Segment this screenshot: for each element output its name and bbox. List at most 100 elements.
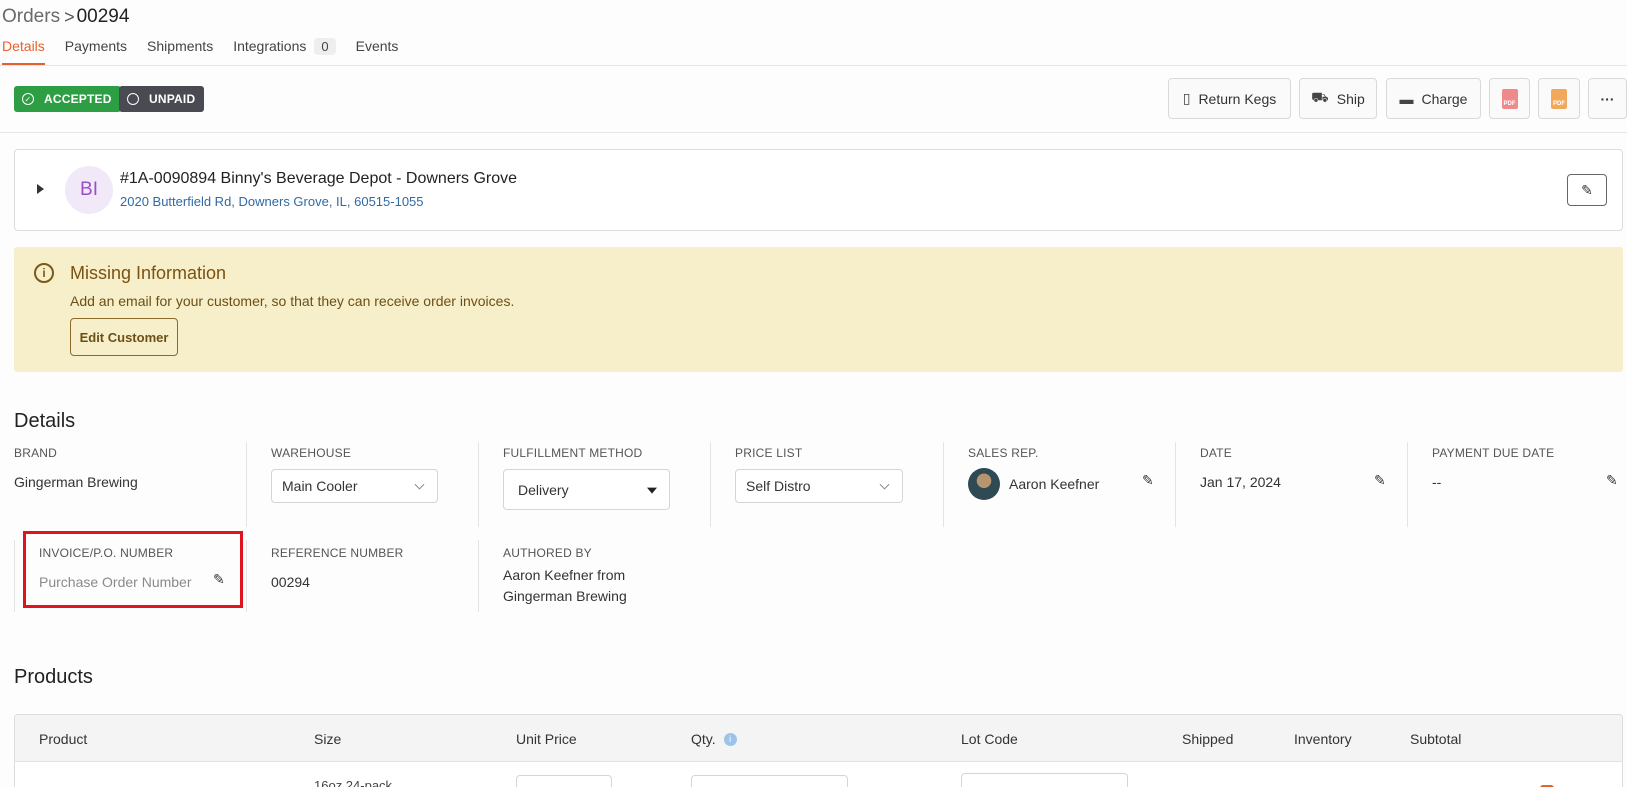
payment-due-date-field: PAYMENT DUE DATE -- <box>1432 446 1554 490</box>
expand-caret-icon[interactable] <box>37 184 44 194</box>
price-list-field: PRICE LIST <box>735 446 802 460</box>
authored-by-field: AUTHORED BY Aaron Keefner from Gingerman… <box>503 546 627 607</box>
tab-details[interactable]: Details <box>2 38 45 65</box>
tab-events[interactable]: Events <box>356 38 399 65</box>
pencil-icon: ✎ <box>1581 181 1593 198</box>
customer-name: #1A-0090894 Binny's Beverage Depot - Dow… <box>120 170 518 187</box>
pdf-icon: PDF <box>1551 88 1567 109</box>
status-label: ACCEPTED <box>44 92 112 106</box>
authored-by-line: Aaron Keefner from <box>503 567 626 583</box>
divider <box>246 442 247 527</box>
column-header-shipped[interactable]: Shipped <box>1182 731 1233 747</box>
column-header-unit-price[interactable]: Unit Price <box>516 731 577 747</box>
column-header-qty[interactable]: Qty. i <box>691 731 737 747</box>
pdf-download-button[interactable]: PDF <box>1489 78 1530 119</box>
table-header: Product Size Unit Price Qty. i Lot Code S… <box>15 715 1622 762</box>
credit-card-icon: ▬ <box>1399 90 1414 107</box>
pdf-packing-slip-button[interactable]: PDF <box>1538 78 1580 119</box>
return-kegs-button[interactable]: ▯ Return Kegs <box>1168 78 1291 119</box>
status-badge-accepted: ✓ ACCEPTED <box>14 86 121 112</box>
breadcrumb: Orders > 00294 <box>2 6 129 28</box>
info-icon[interactable]: i <box>723 732 737 746</box>
divider <box>478 540 479 612</box>
lot-code-select[interactable] <box>961 773 1128 787</box>
column-header-size[interactable]: Size <box>314 731 341 747</box>
circle-icon <box>127 93 139 105</box>
pdf-icon: PDF <box>1501 88 1518 109</box>
edit-sales-rep-icon[interactable]: ✎ <box>1142 472 1154 489</box>
field-label: REFERENCE NUMBER <box>271 546 404 560</box>
warehouse-field: WAREHOUSE <box>271 446 351 460</box>
integrations-count-badge: 0 <box>314 38 336 55</box>
authored-by-line: Gingerman Brewing <box>503 588 627 604</box>
details-heading: Details <box>14 410 76 432</box>
column-header-inventory[interactable]: Inventory <box>1294 731 1352 747</box>
warehouse-select[interactable]: Main Cooler <box>271 469 438 503</box>
field-label: FULFILLMENT METHOD <box>503 446 643 460</box>
field-label: DATE <box>1200 446 1232 460</box>
edit-date-icon[interactable]: ✎ <box>1374 472 1386 489</box>
chevron-down-icon <box>879 479 890 490</box>
status-badge-unpaid: UNPAID <box>119 86 205 112</box>
avatar <box>968 468 1000 500</box>
chevron-right-icon: > <box>64 6 75 27</box>
select-value: Self Distro <box>746 478 811 494</box>
tab-shipments[interactable]: Shipments <box>147 38 213 65</box>
date-value: Jan 17, 2024 <box>1200 474 1281 490</box>
keg-icon: ▯ <box>1182 90 1191 106</box>
divider <box>14 540 15 612</box>
select-value: Delivery <box>518 481 569 498</box>
tab-bar: Details Payments Shipments Integrations 0… <box>2 38 418 65</box>
sales-rep-name: Aaron Keefner <box>1009 476 1100 492</box>
charge-button[interactable]: ▬ Charge <box>1386 78 1481 119</box>
field-label: WAREHOUSE <box>271 446 352 460</box>
tab-label: Payments <box>64 38 128 54</box>
qty-input[interactable] <box>691 775 848 787</box>
tab-label: Shipments <box>147 38 214 54</box>
breadcrumb-orders[interactable]: Orders <box>2 6 60 28</box>
unit-price-input[interactable] <box>516 775 612 787</box>
column-header-product[interactable]: Product <box>39 731 87 747</box>
column-header-lot-code[interactable]: Lot Code <box>961 731 1018 747</box>
tab-label: Events <box>355 38 399 54</box>
check-circle-icon: ✓ <box>22 93 34 105</box>
reference-number-field: REFERENCE NUMBER 00294 <box>271 546 404 590</box>
missing-info-banner: i Missing Information Add an email for y… <box>14 247 1623 372</box>
select-value: Main Cooler <box>282 478 358 494</box>
field-label: BRAND <box>14 446 58 460</box>
date-field: DATE Jan 17, 2024 <box>1200 446 1281 490</box>
divider <box>943 442 944 527</box>
button-label: Charge <box>1421 90 1468 107</box>
highlight-box <box>23 531 243 608</box>
fulfillment-method-select[interactable]: Delivery <box>503 469 670 510</box>
tab-integrations[interactable]: Integrations 0 <box>233 38 336 65</box>
caret-down-icon <box>647 487 657 494</box>
more-actions-button[interactable]: ··· <box>1588 78 1627 119</box>
edit-customer-banner-button[interactable]: Edit Customer <box>70 318 178 356</box>
tab-payments[interactable]: Payments <box>65 38 127 65</box>
button-label: Ship <box>1336 90 1365 107</box>
divider <box>1175 442 1176 527</box>
price-list-select[interactable]: Self Distro <box>735 469 903 503</box>
field-label: SALES REP. <box>968 446 1039 460</box>
fulfillment-method-field: FULFILLMENT METHOD <box>503 446 642 460</box>
banner-title: Missing Information <box>70 263 227 283</box>
truck-icon: ⛟ <box>1311 89 1329 105</box>
more-icon: ··· <box>1600 90 1615 107</box>
tab-label: Details <box>2 38 45 54</box>
customer-card: BI #1A-0090894 Binny's Beverage Depot - … <box>14 149 1623 231</box>
customer-address-link[interactable]: 2020 Butterfield Rd, Downers Grove, IL, … <box>120 194 424 209</box>
chevron-down-icon <box>414 479 425 490</box>
ship-button[interactable]: ⛟ Ship <box>1299 78 1377 119</box>
column-header-subtotal[interactable]: Subtotal <box>1410 731 1461 747</box>
products-heading: Products <box>14 666 93 688</box>
banner-message: Add an email for your customer, so that … <box>70 293 515 309</box>
reference-number-value: 00294 <box>271 574 310 590</box>
field-label: PRICE LIST <box>735 446 803 460</box>
divider <box>0 65 1627 66</box>
payment-due-date-value: -- <box>1432 474 1442 490</box>
edit-customer-button[interactable]: ✎ <box>1567 174 1607 206</box>
sales-rep-field: SALES REP. Aaron Keefner <box>968 446 1099 500</box>
edit-payment-due-date-icon[interactable]: ✎ <box>1606 472 1618 489</box>
field-label: AUTHORED BY <box>503 546 592 560</box>
